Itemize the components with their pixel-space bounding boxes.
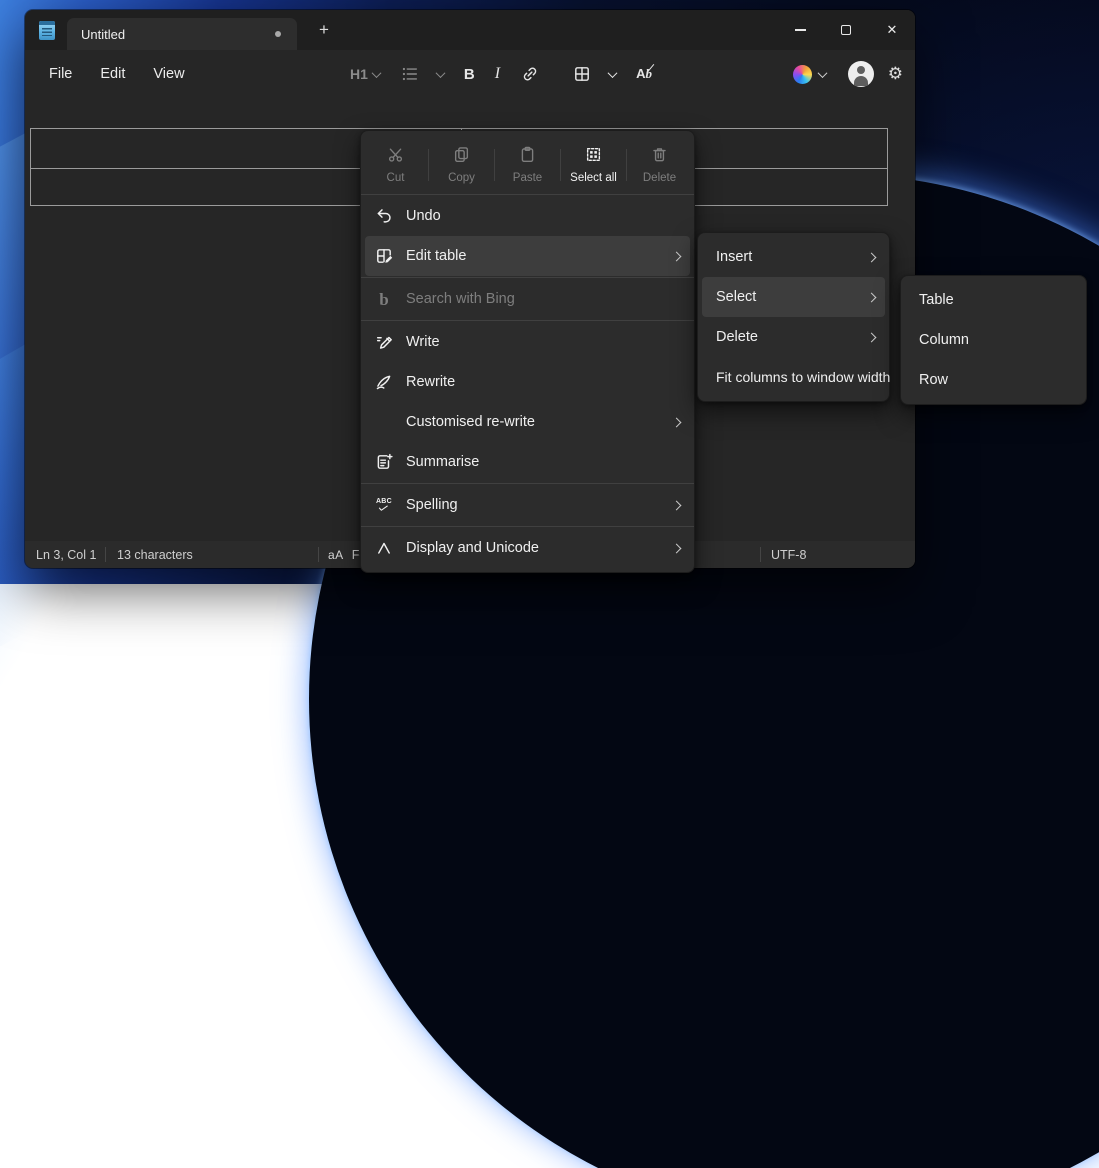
summarise-icon <box>374 452 394 472</box>
cut-button[interactable]: Cut <box>363 140 428 190</box>
list-style-dropdown[interactable] <box>393 59 451 89</box>
link-icon <box>520 64 540 84</box>
menu-item-spelling[interactable]: ABC Spelling <box>365 485 690 525</box>
menu-separator <box>361 320 694 321</box>
insert-link-button[interactable] <box>513 59 559 89</box>
close-button[interactable]: ✕ <box>869 10 915 50</box>
copy-button[interactable]: Copy <box>429 140 494 190</box>
heading-style-dropdown[interactable]: H1 <box>343 61 387 87</box>
tab-title: Untitled <box>81 27 125 42</box>
heading-icon: H1 <box>350 66 368 82</box>
cursor-position: Ln 3, Col 1 <box>36 541 96 568</box>
menu-item-undo[interactable]: Undo <box>365 196 690 236</box>
submenu-item-select[interactable]: Select <box>702 277 885 317</box>
menu-item-edit-table[interactable]: Edit table <box>365 236 690 276</box>
chevron-right-icon <box>867 332 877 342</box>
caret-lambda-icon <box>374 538 394 558</box>
copy-icon <box>453 146 470 168</box>
status-separator <box>318 547 319 562</box>
new-tab-button[interactable]: + <box>307 16 341 44</box>
status-separator <box>105 547 106 562</box>
formatting-toolbar: H1 B I <box>343 50 659 98</box>
menu-item-rewrite[interactable]: Rewrite <box>365 362 690 402</box>
bold-icon: B <box>464 66 475 83</box>
minimize-icon <box>795 29 806 31</box>
copilot-dropdown[interactable] <box>785 60 834 89</box>
encoding-indicator[interactable]: UTF-8 <box>771 541 806 568</box>
bing-icon: b <box>374 289 394 309</box>
insert-table-dropdown[interactable] <box>565 59 623 89</box>
copilot-icon <box>793 65 812 84</box>
menu-item-summarise[interactable]: Summarise <box>365 442 690 482</box>
select-submenu: Table Column Row <box>900 275 1087 405</box>
tab-strip: Untitled + ✕ <box>25 10 915 50</box>
scissors-icon <box>387 146 404 168</box>
context-menu: Cut Copy Paste Select all Delete Undo Ed… <box>360 130 695 573</box>
status-separator <box>760 547 761 562</box>
settings-gear-icon[interactable]: ⚙ <box>888 64 903 84</box>
spelling-abc-check-icon: ABC <box>374 495 394 515</box>
edit-table-submenu: Insert Select Delete Fit columns to wind… <box>697 232 890 402</box>
submenu-item-table[interactable]: Table <box>905 280 1082 320</box>
unsaved-indicator-dot <box>275 31 281 37</box>
write-pencil-icon <box>374 332 394 352</box>
italic-button[interactable]: I <box>488 60 507 88</box>
chevron-down-icon <box>371 68 381 78</box>
tab-untitled[interactable]: Untitled <box>67 18 297 50</box>
paste-button[interactable]: Paste <box>495 140 560 190</box>
chevron-right-icon <box>867 292 877 302</box>
minimize-button[interactable] <box>777 10 823 50</box>
menu-item-write[interactable]: Write <box>365 322 690 362</box>
submenu-item-insert[interactable]: Insert <box>702 237 885 277</box>
menu-separator <box>361 277 694 278</box>
chevron-down-icon <box>817 68 827 78</box>
menu-view[interactable]: View <box>139 60 198 88</box>
undo-icon <box>374 206 394 226</box>
submenu-item-delete[interactable]: Delete <box>702 317 885 357</box>
menu-item-display-and-unicode[interactable]: Display and Unicode <box>365 528 690 568</box>
chevron-right-icon <box>672 417 682 427</box>
window-controls: ✕ <box>777 10 915 50</box>
clear-formatting-icon: Ab <box>636 66 652 82</box>
chevron-down-icon <box>435 68 445 78</box>
submenu-item-column[interactable]: Column <box>905 320 1082 360</box>
table-icon <box>572 64 592 84</box>
menu-separator <box>361 483 694 484</box>
menu-separator <box>361 194 694 195</box>
menu-edit[interactable]: Edit <box>86 60 139 88</box>
maximize-button[interactable] <box>823 10 869 50</box>
paste-icon <box>519 146 536 168</box>
notepad-app-icon <box>39 21 55 40</box>
chevron-down-icon <box>608 68 618 78</box>
bulleted-list-icon <box>400 64 420 84</box>
chevron-right-icon <box>672 543 682 553</box>
account-avatar[interactable] <box>848 61 874 87</box>
toolbar-right-group: ⚙ <box>785 50 903 98</box>
chevron-right-icon <box>672 251 682 261</box>
select-all-icon <box>585 146 602 168</box>
submenu-item-fit-columns[interactable]: Fit columns to window width <box>702 357 885 397</box>
menu-file[interactable]: File <box>35 60 86 88</box>
select-all-button[interactable]: Select all <box>561 140 626 190</box>
menu-bar: File Edit View H1 B I <box>25 50 915 98</box>
menu-item-customised-rewrite[interactable]: Customised re-write <box>365 402 690 442</box>
submenu-item-row[interactable]: Row <box>905 360 1082 400</box>
trash-icon <box>651 146 668 168</box>
rewrite-pen-icon <box>374 372 394 392</box>
italic-icon: I <box>495 65 500 83</box>
clear-formatting-button[interactable]: Ab <box>629 61 659 87</box>
bold-button[interactable]: B <box>457 61 482 88</box>
edit-table-icon <box>374 246 394 266</box>
menu-item-search-with-bing[interactable]: b Search with Bing <box>365 279 690 319</box>
chevron-right-icon <box>867 252 877 262</box>
chevron-right-icon <box>672 500 682 510</box>
delete-button[interactable]: Delete <box>627 140 692 190</box>
maximize-icon <box>841 25 851 35</box>
clipboard-bar: Cut Copy Paste Select all Delete <box>361 135 694 193</box>
font-size-icon: aA <box>328 548 344 562</box>
menu-separator <box>361 526 694 527</box>
character-count: 13 characters <box>117 541 193 568</box>
